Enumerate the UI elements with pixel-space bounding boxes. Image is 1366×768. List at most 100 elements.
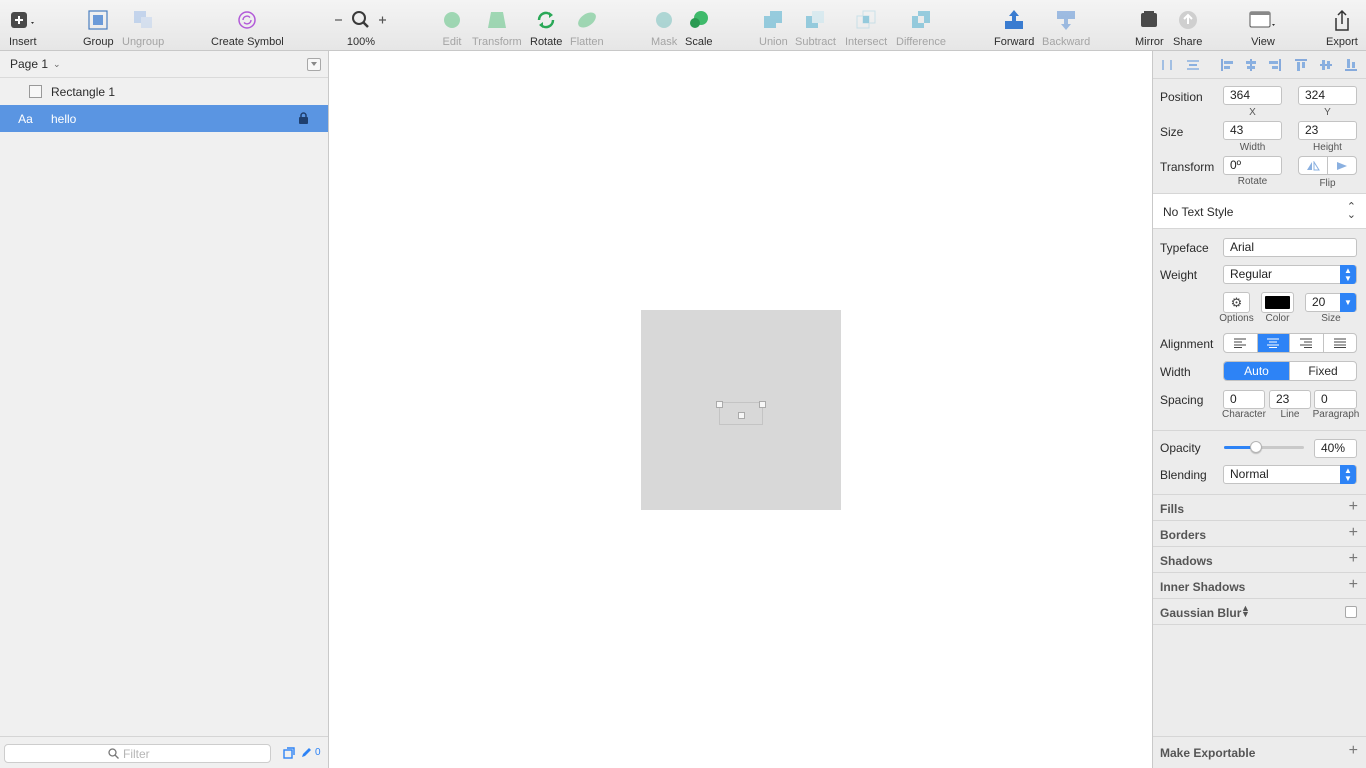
updown-arrows-icon[interactable]: ▲ ▼ (1241, 604, 1250, 619)
make-exportable-label: Make Exportable (1160, 746, 1256, 760)
align-bottom-icon[interactable] (1344, 58, 1358, 72)
resize-handle-bottom[interactable] (738, 412, 745, 419)
align-text-right-button[interactable] (1290, 334, 1324, 352)
intersect-button[interactable]: Intersect (845, 8, 887, 48)
mask-button[interactable]: Mask (651, 8, 677, 48)
create-symbol-button[interactable]: Create Symbol (211, 8, 284, 48)
mirror-button[interactable]: Mirror (1135, 8, 1164, 48)
align-vertical-center-icon[interactable] (1319, 58, 1333, 72)
line-height-field[interactable]: 23 (1269, 390, 1311, 409)
gaussian-blur-checkbox[interactable] (1345, 606, 1357, 618)
height-field[interactable]: 23 (1298, 121, 1357, 140)
distribute-vertical-icon[interactable] (1186, 58, 1200, 72)
character-spacing-field[interactable]: 0 (1223, 390, 1265, 409)
group-button[interactable]: Group (83, 8, 114, 48)
align-left-icon[interactable] (1220, 58, 1234, 72)
align-horizontal-center-icon[interactable] (1244, 58, 1258, 72)
add-icon[interactable]: + (1349, 743, 1358, 759)
ungroup-icon (132, 8, 154, 31)
y-field[interactable]: 324 (1298, 86, 1357, 105)
flip-horizontal-button[interactable] (1299, 157, 1328, 174)
blending-select[interactable]: Normal ▲ ▼ (1223, 465, 1357, 484)
edit-button[interactable]: Edit (442, 8, 462, 48)
add-icon[interactable]: + (1349, 577, 1358, 593)
color-swatch[interactable] (1261, 292, 1294, 313)
add-icon[interactable]: + (1349, 551, 1358, 567)
difference-button[interactable]: Difference (896, 8, 946, 48)
lock-icon[interactable] (299, 112, 308, 124)
view-label: View (1251, 36, 1275, 48)
x-field[interactable]: 364 (1223, 86, 1282, 105)
ungroup-button[interactable]: Ungroup (122, 8, 164, 48)
rotate-button[interactable]: Rotate (530, 8, 562, 48)
blending-value: Normal (1230, 467, 1269, 481)
pencil-icon[interactable] (300, 747, 312, 759)
flip-vertical-icon (1336, 161, 1347, 170)
opacity-slider-knob[interactable] (1250, 441, 1262, 453)
page-selector[interactable]: Page 1 ⌄ (0, 51, 328, 78)
size-label: Size (1160, 125, 1184, 139)
weight-select[interactable]: Regular ▲ ▼ (1223, 265, 1357, 284)
scale-button[interactable]: Scale (685, 8, 713, 48)
width-auto-button[interactable]: Auto (1224, 362, 1290, 380)
align-text-center-icon (1267, 338, 1280, 348)
fills-section[interactable]: Fills + (1153, 495, 1366, 521)
width-mode-control: Auto Fixed (1223, 361, 1357, 381)
text-layer-bounds[interactable] (716, 401, 766, 425)
insert-button[interactable]: Insert (9, 8, 37, 48)
text-options-button[interactable]: ⚙ (1223, 292, 1250, 313)
symbols-filter-icon[interactable] (283, 747, 295, 759)
rotate-field[interactable]: 0º (1223, 156, 1282, 175)
collapse-pages-button[interactable] (307, 58, 321, 71)
width-fixed-button[interactable]: Fixed (1290, 362, 1356, 380)
view-button[interactable]: View (1249, 8, 1277, 48)
width-field[interactable]: 43 (1223, 121, 1282, 140)
layer-row-rectangle[interactable]: Rectangle 1 (0, 78, 328, 105)
rectangle-shape[interactable] (641, 310, 841, 510)
opacity-field[interactable]: 40% (1314, 439, 1357, 458)
align-top-icon[interactable] (1294, 58, 1308, 72)
rotate-icon (534, 8, 558, 31)
gaussian-blur-section[interactable]: Gaussian Blur ▲ ▼ (1153, 599, 1366, 625)
canvas[interactable] (329, 51, 1152, 768)
resize-handle-left[interactable] (716, 401, 723, 408)
add-icon[interactable]: + (1349, 525, 1358, 541)
align-right-icon[interactable] (1268, 58, 1282, 72)
typeface-field[interactable]: Arial (1223, 238, 1357, 257)
resize-handle-right[interactable] (759, 401, 766, 408)
zoom-icon (333, 8, 389, 31)
export-label: Export (1326, 36, 1358, 48)
share-button[interactable]: Share (1173, 8, 1202, 48)
align-text-justify-button[interactable] (1324, 334, 1356, 352)
distribute-horizontal-icon[interactable] (1160, 58, 1174, 72)
backward-button[interactable]: Backward (1042, 8, 1090, 48)
share-icon (1177, 8, 1199, 31)
forward-button[interactable]: Forward (994, 8, 1034, 48)
text-style-selector[interactable]: No Text Style ⌃ ⌄ (1153, 193, 1366, 229)
mirror-label: Mirror (1135, 36, 1164, 48)
paragraph-spacing-field[interactable]: 0 (1314, 390, 1357, 409)
filter-input[interactable] (123, 747, 263, 761)
add-icon[interactable]: + (1349, 499, 1358, 515)
zoom-control[interactable]: 100% (333, 8, 389, 48)
flatten-button[interactable]: Flatten (570, 8, 604, 48)
opacity-slider[interactable] (1224, 441, 1304, 453)
layer-row-hello[interactable]: Aa hello (0, 105, 328, 132)
shadows-section[interactable]: Shadows + (1153, 547, 1366, 573)
borders-section[interactable]: Borders + (1153, 521, 1366, 547)
flip-vertical-button[interactable] (1328, 157, 1356, 174)
union-button[interactable]: Union (759, 8, 788, 48)
make-exportable-section[interactable]: Make Exportable + (1153, 736, 1366, 768)
align-text-center-button[interactable] (1257, 334, 1291, 352)
font-size-field[interactable]: 20 ▼ (1305, 293, 1357, 312)
align-text-right-icon (1300, 338, 1313, 348)
subtract-button[interactable]: Subtract (795, 8, 836, 48)
rectangle-icon (29, 85, 42, 98)
section-title: Fills (1160, 502, 1185, 516)
align-text-left-button[interactable] (1224, 334, 1258, 352)
insert-icon (10, 8, 36, 31)
export-button[interactable]: Export (1326, 8, 1358, 48)
ungroup-label: Ungroup (122, 36, 165, 48)
inner-shadows-section[interactable]: Inner Shadows + (1153, 573, 1366, 599)
transform-button[interactable]: Transform (472, 8, 522, 48)
